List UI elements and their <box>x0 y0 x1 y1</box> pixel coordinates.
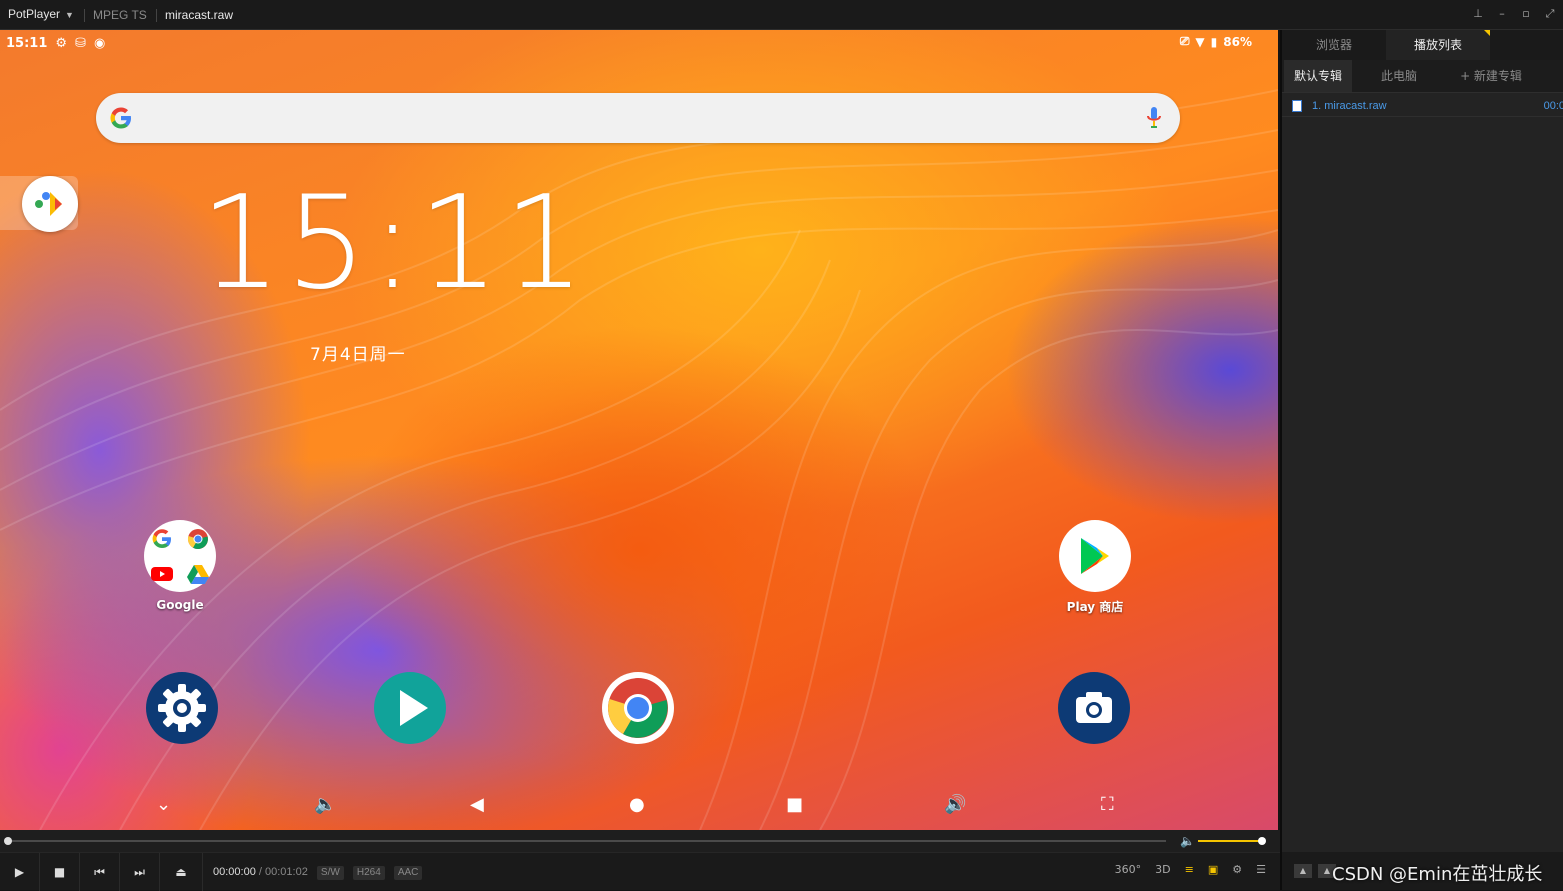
current-time: 00:00:00 <box>213 866 256 878</box>
menu-icon[interactable]: ☰ <box>1256 863 1266 876</box>
chevron-down-icon: ▼ <box>65 10 74 20</box>
usb-icon: ⛁ <box>75 35 86 51</box>
total-duration: 00:01:02 <box>265 866 308 878</box>
play-movies-app[interactable] <box>374 672 446 744</box>
wifi-icon: ▼ <box>1195 34 1205 49</box>
collapse-icon[interactable]: ▲ <box>1294 864 1312 878</box>
fullscreen-icon[interactable]: ⤢ <box>1543 6 1557 22</box>
google-drive-icon <box>187 565 209 584</box>
camera-app[interactable] <box>1058 672 1130 744</box>
volume-icon[interactable]: 🔈 <box>1180 834 1195 848</box>
playlist-item-duration: 00:0 <box>1543 100 1563 112</box>
right-controls: 360° 3D ≡ ▣ ⚙ ☰ <box>1115 863 1266 876</box>
next-button[interactable]: ⏭ <box>120 853 160 891</box>
tab-browser[interactable]: 浏览器 <box>1282 30 1386 60</box>
divider <box>84 9 85 22</box>
title-bar: PotPlayer ▼ MPEG TS miracast.raw ⊥ – ▫ ⤢ <box>0 0 1563 30</box>
google-assistant-icon <box>22 176 78 232</box>
playlist-item[interactable]: 1. miracast.raw 00:0 <box>1282 96 1563 117</box>
album-tabs: 默认专辑 此电脑 + 新建专辑 <box>1282 60 1563 93</box>
video-codec-tag[interactable]: H264 <box>352 866 385 880</box>
gear-icon <box>158 684 206 732</box>
play-store-label: Play 商店 <box>1066 600 1124 614</box>
stop-button[interactable]: ■ <box>40 853 80 891</box>
new-album-button[interactable]: + 新建专辑 <box>1446 60 1536 92</box>
play-icon <box>400 690 428 726</box>
google-folder-label: Google <box>156 598 204 612</box>
watermark: CSDN @Emin在茁壮成长 <box>1332 864 1543 885</box>
google-logo-icon <box>110 107 131 129</box>
microphone-icon[interactable] <box>1146 106 1162 130</box>
volume-handle[interactable] <box>1258 837 1266 845</box>
active-tab-marker <box>1484 30 1490 36</box>
playlist-search-icon[interactable]: ≡ <box>1185 863 1194 876</box>
divider <box>156 9 157 22</box>
panel-bottom-bar: ▲ ▲ CSDN @Emin在茁壮成长 <box>1282 852 1563 890</box>
tab-playlist-label: 播放列表 <box>1413 38 1462 52</box>
time-display: 00:00:00 / 00:01:02 S/W H264 AAC <box>213 866 423 880</box>
settings-app[interactable] <box>146 672 218 744</box>
time-separator: / <box>258 866 262 878</box>
seek-handle[interactable] <box>4 837 12 845</box>
chrome-icon <box>608 678 668 738</box>
pin-icon[interactable]: ⊥ <box>1471 6 1485 22</box>
screenshot-icon[interactable]: ⛶ <box>1101 794 1114 815</box>
minimize-icon[interactable]: – <box>1495 6 1509 22</box>
google-g-icon <box>152 529 171 548</box>
chevron-down-icon[interactable]: ⌄ <box>156 794 171 815</box>
play-store-icon <box>1081 538 1109 574</box>
play-store-app[interactable] <box>1059 520 1131 592</box>
google-folder[interactable] <box>144 520 216 592</box>
camera-icon <box>1076 692 1112 723</box>
youtube-icon <box>151 567 173 581</box>
audio-codec-tag[interactable]: AAC <box>393 866 423 880</box>
record-icon: ◉ <box>93 35 106 51</box>
3d-button[interactable]: 3D <box>1155 863 1170 876</box>
back-icon[interactable]: ◀ <box>470 794 484 815</box>
tab-default-album[interactable]: 默认专辑 <box>1284 60 1352 92</box>
battery-level: 86% <box>1223 34 1252 49</box>
previous-button[interactable]: ⏮ <box>80 853 120 891</box>
eject-button[interactable]: ⏏ <box>160 853 203 891</box>
settings-gear-icon[interactable]: ⚙ <box>1232 863 1242 876</box>
format-label: MPEG TS <box>93 8 147 22</box>
recents-icon[interactable]: ■ <box>786 794 803 815</box>
assistant-shortcut[interactable] <box>0 176 78 232</box>
vr-360-button[interactable]: 360° <box>1115 863 1142 876</box>
subtitle-icon[interactable]: ▣ <box>1208 863 1218 876</box>
settings-icon: ⚙ <box>55 35 68 51</box>
home-date: 7月4日周一 <box>310 345 406 365</box>
file-title: miracast.raw <box>165 8 234 22</box>
volume-down-icon[interactable]: 🔈 <box>314 794 336 815</box>
play-button[interactable]: ▶ <box>0 853 40 891</box>
playlist-item-name: 1. miracast.raw <box>1312 100 1387 112</box>
playlist-panel: 浏览器 播放列表 默认专辑 此电脑 + 新建专辑 1. miracast.raw… <box>1280 30 1563 890</box>
control-bar: ▶ ■ ⏮ ⏭ ⏏ 00:00:00 / 00:01:02 S/W H264 A… <box>0 852 1280 891</box>
file-icon <box>1292 100 1302 112</box>
decoder-tag[interactable]: S/W <box>316 866 344 880</box>
status-time: 15:11 <box>6 35 48 51</box>
android-status-bar: 15:11 ⚙ ⛁ ◉ <box>6 34 105 52</box>
volume-slider[interactable] <box>1198 840 1264 842</box>
app-name: PotPlayer <box>8 7 61 21</box>
maximize-icon[interactable]: ▫ <box>1519 6 1533 22</box>
video-area[interactable]: 15:11 ⚙ ⛁ ◉ ⎚ ▼ ▮ 86% 15:11 7月4日周一 Googl… <box>0 30 1278 830</box>
google-search-bar[interactable] <box>96 93 1180 143</box>
chrome-app[interactable] <box>602 672 674 744</box>
tab-this-pc[interactable]: 此电脑 <box>1354 60 1444 92</box>
seek-track[interactable] <box>8 840 1166 842</box>
app-menu-button[interactable]: PotPlayer ▼ <box>8 7 74 21</box>
home-icon[interactable]: ● <box>629 794 645 815</box>
android-status-icons: ⎚ ▼ ▮ 86% <box>1180 34 1252 49</box>
window-controls: ⊥ – ▫ ⤢ <box>1471 6 1557 22</box>
volume-up-icon[interactable]: 🔊 <box>944 794 966 815</box>
battery-icon: ▮ <box>1210 34 1218 49</box>
chrome-small-icon <box>187 529 208 549</box>
panel-tabs: 浏览器 播放列表 <box>1282 30 1563 60</box>
android-nav-bar: ⌄ 🔈 ◀ ● ■ 🔊 ⛶ <box>0 790 1278 822</box>
home-clock: 15:11 <box>200 169 589 318</box>
seek-bar-area: 🔈 <box>0 830 1280 852</box>
cast-icon: ⎚ <box>1179 34 1190 48</box>
tab-playlist[interactable]: 播放列表 <box>1386 30 1490 60</box>
